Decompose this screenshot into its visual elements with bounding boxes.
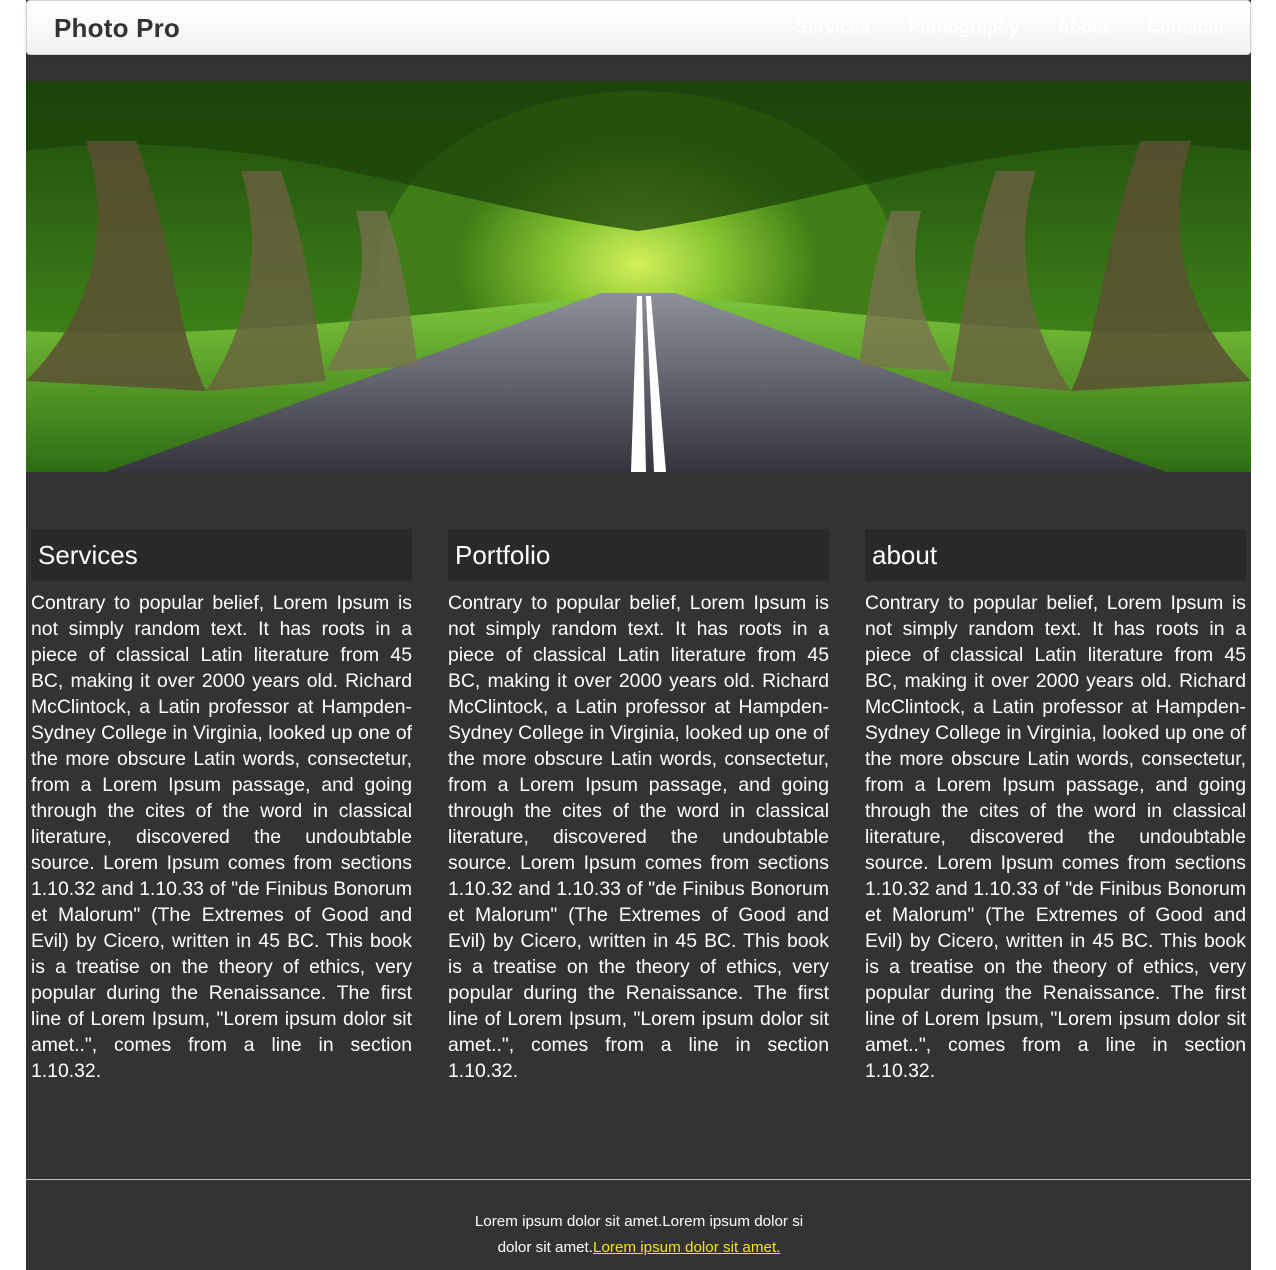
services-text: Contrary to popular belief, Lorem Ipsum … bbox=[31, 592, 412, 1082]
nav-link-contacts[interactable]: Contacts bbox=[1147, 17, 1224, 38]
brand-logo-link[interactable]: Photo Pro bbox=[54, 13, 180, 44]
footer-text: Lorem ipsum dolor sit amet.Lorem ipsum d… bbox=[458, 1209, 820, 1261]
portfolio-heading: Portfolio bbox=[448, 529, 829, 581]
page-wrapper: Photo Pro Services Photography About Con… bbox=[26, 0, 1251, 1270]
about-column: about Contrary to popular belief, Lorem … bbox=[865, 529, 1246, 1084]
footer-divider bbox=[26, 1179, 1251, 1180]
footer-text-line1: Lorem ipsum dolor sit amet.Lorem ipsum d… bbox=[474, 1213, 804, 1230]
portfolio-column: Portfolio Contrary to popular belief, Lo… bbox=[448, 529, 829, 1084]
nav-link-photography[interactable]: Photography bbox=[908, 17, 1019, 38]
nav-menu: Services Photography About Contacts bbox=[796, 17, 1224, 38]
services-column: Services Contrary to popular belief, Lor… bbox=[31, 529, 412, 1084]
about-heading: about bbox=[865, 529, 1246, 581]
about-text: Contrary to popular belief, Lorem Ipsum … bbox=[865, 592, 1246, 1082]
footer-link[interactable]: Lorem ipsum dolor sit amet. bbox=[593, 1239, 780, 1256]
services-heading: Services bbox=[31, 529, 412, 581]
navbar: Photo Pro Services Photography About Con… bbox=[26, 0, 1251, 55]
nav-link-services[interactable]: Services bbox=[796, 17, 870, 38]
nav-link-about[interactable]: About bbox=[1057, 17, 1109, 38]
hero-image bbox=[26, 81, 1251, 472]
portfolio-text: Contrary to popular belief, Lorem Ipsum … bbox=[448, 592, 829, 1082]
footer-text-line2: dolor sit amet. bbox=[497, 1239, 593, 1256]
